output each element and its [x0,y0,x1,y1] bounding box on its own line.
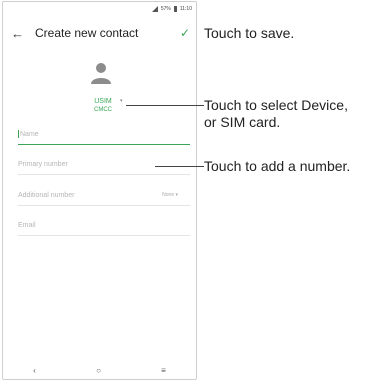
page-title: Create new contact [35,26,139,40]
account-primary-label: USIM [94,98,112,105]
annotation-select-line2: or SIM card. [204,113,281,130]
leader-line-account [126,105,204,106]
phone-screen: 57% 11:10 ← Create new contact ✓ USIM ▾ … [2,1,197,380]
email-field[interactable]: Email [18,222,190,236]
signal-icon [151,6,158,12]
nav-home-icon[interactable]: ○ [96,366,101,375]
additional-number-placeholder: Additional number [18,192,75,199]
number-type-select[interactable]: None ▾ [162,192,178,198]
navigation-bar: ‹ ○ ≡ [3,361,196,379]
text-cursor [18,130,19,138]
nav-menu-icon[interactable]: ≡ [161,366,166,375]
contact-avatar-icon [91,63,111,84]
name-field[interactable]: Name [18,130,190,145]
primary-number-placeholder: Primary number [18,161,68,168]
name-placeholder: Name [20,130,39,138]
leader-line-number [155,166,204,167]
email-placeholder: Email [18,222,36,229]
clock: 11:10 [179,6,192,12]
chevron-down-icon: ▾ [120,98,123,104]
annotation-save: Touch to save. [204,25,295,41]
back-arrow-icon[interactable]: ← [11,27,35,40]
battery-percent: 57% [160,6,171,12]
app-bar: ← Create new contact ✓ [3,18,196,48]
additional-number-field[interactable]: Additional number None ▾ [18,192,190,206]
battery-icon [173,6,177,12]
save-check-icon[interactable]: ✓ [180,26,190,40]
status-bar: 57% 11:10 [3,2,196,16]
annotation-select-account: Touch to select Device, or SIM card. [204,97,348,130]
nav-back-icon[interactable]: ‹ [33,366,36,375]
annotation-select-line1: Touch to select Device, [204,97,348,113]
primary-number-field[interactable]: Primary number [18,161,190,175]
account-secondary-label: CMCC [94,107,112,113]
annotation-add-number: Touch to add a number. [204,158,351,174]
